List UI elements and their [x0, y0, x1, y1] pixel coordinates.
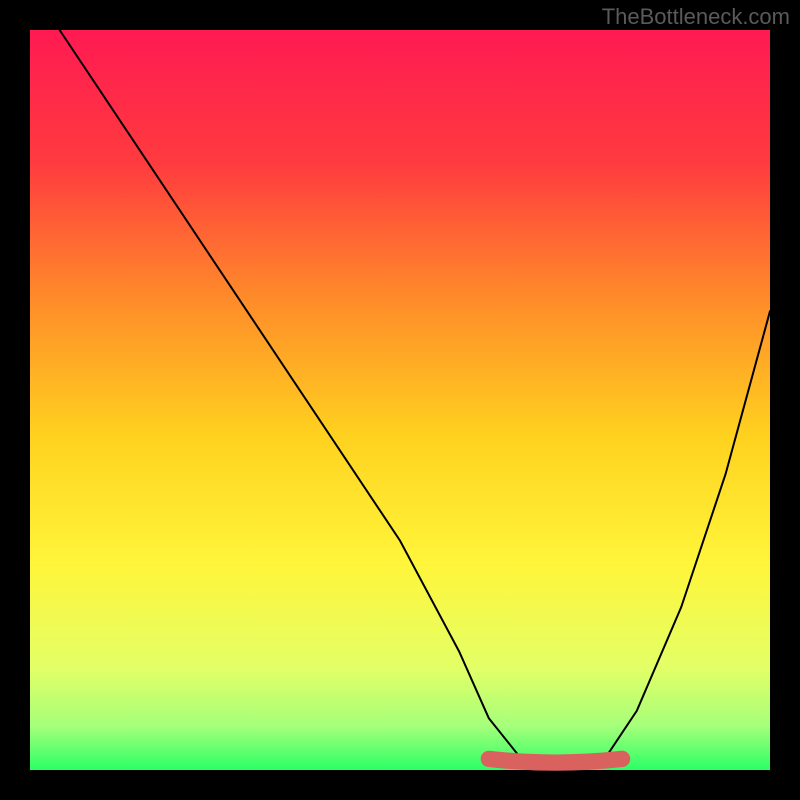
bottleneck-chart: [0, 0, 800, 800]
chart-frame: TheBottleneck.com: [0, 0, 800, 800]
optimal-range-marker: [489, 759, 622, 763]
optimal-range-end-dot: [614, 751, 630, 767]
watermark-text: TheBottleneck.com: [602, 4, 790, 30]
